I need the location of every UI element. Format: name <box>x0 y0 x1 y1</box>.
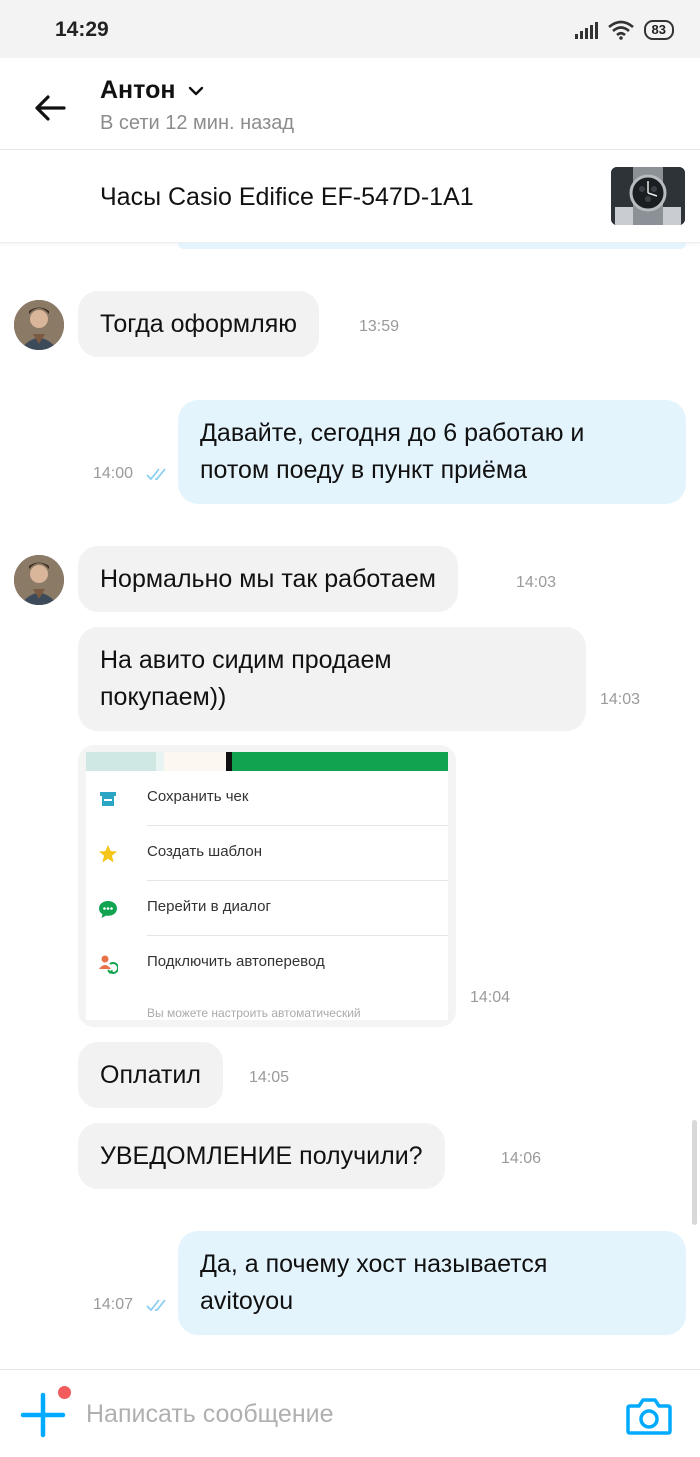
image-menu-row: Сохранить чек <box>86 771 448 826</box>
message-line: На авито сидим продаем <box>100 646 392 674</box>
message-text: Тогда оформляю <box>100 310 297 338</box>
read-checkmarks-icon <box>146 468 166 481</box>
image-menu-row: Перейти в диалог <box>86 881 448 936</box>
avatar[interactable] <box>14 300 64 350</box>
receipt-icon <box>100 792 116 806</box>
message-line: Да, а почему хост называется <box>200 1250 548 1278</box>
message-text: УВЕДОМЛЕНИЕ получили? <box>100 1142 423 1170</box>
message-text: Нормально мы так работаем <box>100 565 436 593</box>
image-footer-text: Вы можете настроить автоматический <box>147 1006 361 1020</box>
image-menu-label: Подключить автоперевод <box>147 953 325 970</box>
image-menu-label: Перейти в диалог <box>147 898 271 915</box>
message-line: Давайте, сегодня до 6 работаю и <box>200 419 585 447</box>
message-input[interactable] <box>86 1394 586 1434</box>
battery-indicator: 83 <box>643 20 674 40</box>
chevron-down-icon[interactable] <box>188 84 204 98</box>
item-title[interactable]: Часы Casio Edifice EF-547D-1A1 <box>100 183 474 212</box>
message-time: 14:00 <box>93 465 134 482</box>
item-bar[interactable]: Часы Casio Edifice EF-547D-1A1 <box>0 151 700 243</box>
message-line: avitoyou <box>200 1287 294 1315</box>
message-bubble[interactable]: На авито сидим продаем покупаем)) <box>78 627 586 731</box>
message-time: 14:04 <box>470 989 511 1006</box>
back-arrow-icon[interactable] <box>30 88 70 128</box>
message-text: Оплатил <box>100 1061 201 1089</box>
message-bubble[interactable]: Оплатил <box>78 1042 223 1108</box>
image-menu-label: Сохранить чек <box>147 788 249 805</box>
message-bubble[interactable]: УВЕДОМЛЕНИЕ получили? <box>78 1123 445 1189</box>
notification-dot <box>58 1386 71 1399</box>
chat-icon <box>99 901 117 918</box>
image-top-strip <box>86 752 448 771</box>
message-line: покупаем)) <box>100 683 227 711</box>
message-line: потом поеду в пункт приёма <box>200 456 528 484</box>
message-time: 14:06 <box>501 1150 542 1167</box>
star-icon <box>99 845 117 863</box>
message-composer <box>0 1369 700 1457</box>
camera-icon[interactable] <box>626 1396 672 1436</box>
screenshot-image: Сохранить чек Создать шаблон Перейти в д… <box>86 752 448 1020</box>
message-time: 14:05 <box>249 1069 290 1086</box>
contact-name[interactable]: Антон <box>100 76 175 105</box>
wifi-icon <box>607 20 634 40</box>
image-message[interactable]: Сохранить чек Создать шаблон Перейти в д… <box>78 745 456 1027</box>
auto-translate-icon <box>99 955 118 974</box>
message-time: 13:59 <box>359 318 400 335</box>
message-bubble[interactable]: Да, а почему хост называется avitoyou <box>178 1231 686 1335</box>
previous-message-edge <box>178 243 686 249</box>
add-attachment-icon[interactable] <box>20 1392 66 1438</box>
avatar[interactable] <box>14 555 64 605</box>
image-menu-row: Создать шаблон <box>86 826 448 881</box>
message-bubble[interactable]: Давайте, сегодня до 6 работаю и потом по… <box>178 400 686 504</box>
chat-header: Антон В сети 12 мин. назад <box>0 58 700 150</box>
status-bar: 14:29 83 <box>0 0 700 58</box>
status-icons: 83 <box>574 20 674 40</box>
message-bubble[interactable]: Тогда оформляю <box>78 291 319 357</box>
image-menu-row: Подключить автоперевод <box>86 936 448 996</box>
message-bubble[interactable]: Нормально мы так работаем <box>78 546 458 612</box>
scrollbar-thumb[interactable] <box>692 1120 697 1225</box>
message-time: 14:07 <box>93 1296 134 1313</box>
image-menu-label: Создать шаблон <box>147 843 263 860</box>
message-time: 14:03 <box>600 691 641 708</box>
contact-status: В сети 12 мин. назад <box>100 112 295 134</box>
read-checkmarks-icon <box>146 1299 166 1312</box>
signal-icon <box>574 21 598 39</box>
item-thumbnail[interactable] <box>611 167 685 225</box>
status-time: 14:29 <box>55 18 109 41</box>
message-time: 14:03 <box>516 574 557 591</box>
